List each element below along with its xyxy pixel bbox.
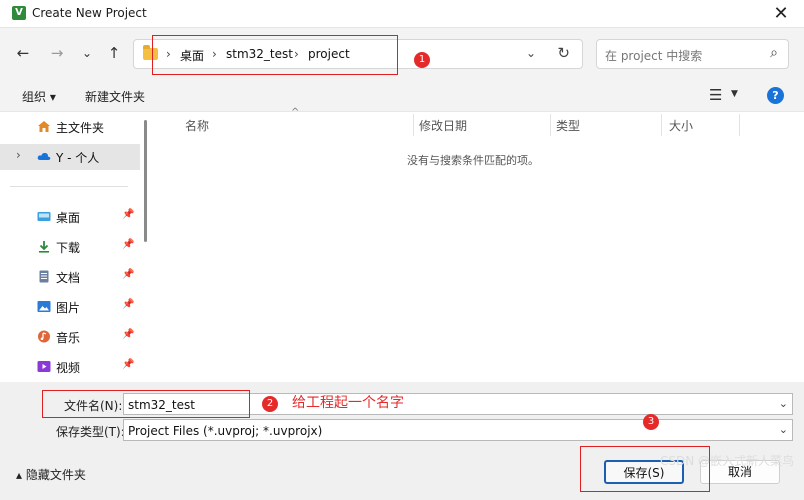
navigation-bar: ← → ⌄ ↑ › 桌面 › stm32_test › project ⌄ ↻ … bbox=[0, 28, 804, 80]
sidebar-divider bbox=[10, 186, 128, 187]
sidebar-item-label: 图片 bbox=[56, 301, 81, 315]
sidebar-item-label: 主文件夹 bbox=[56, 121, 105, 135]
search-input[interactable]: 在 project 中搜索 ⌕ bbox=[596, 39, 789, 69]
title-bar: V Create New Project ✕ bbox=[0, 0, 804, 28]
column-divider[interactable] bbox=[739, 114, 740, 136]
sidebar-item-desktop[interactable]: 桌面 📌 bbox=[0, 204, 140, 230]
column-header-modified[interactable]: 修改日期 bbox=[419, 117, 467, 134]
view-options-dropdown-icon[interactable]: ▼ bbox=[731, 89, 738, 99]
column-divider[interactable] bbox=[550, 114, 551, 136]
sidebar-item-videos[interactable]: 视频 📌 bbox=[0, 354, 140, 380]
sidebar-item-onedrive[interactable]: › Y - 个人 bbox=[0, 144, 140, 170]
watermark: CSDN @嵌入式新人菜鸟 bbox=[660, 454, 795, 468]
column-header-size[interactable]: 大小 bbox=[669, 117, 693, 134]
filetype-value: Project Files (*.uvproj; *.uvprojx) bbox=[128, 424, 323, 438]
organize-menu-button[interactable]: 组织 ▾ bbox=[22, 88, 56, 105]
empty-results-message: 没有与搜索条件匹配的项。 bbox=[407, 154, 539, 167]
sidebar-item-music[interactable]: 音乐 📌 bbox=[0, 324, 140, 350]
refresh-icon[interactable]: ↻ bbox=[557, 44, 570, 62]
forward-arrow-icon[interactable]: → bbox=[46, 42, 68, 64]
column-header-name[interactable]: 名称 bbox=[185, 117, 209, 134]
new-folder-button[interactable]: 新建文件夹 bbox=[85, 88, 145, 105]
app-icon: V bbox=[12, 6, 26, 20]
sidebar-item-pictures[interactable]: 图片 📌 bbox=[0, 294, 140, 320]
document-icon bbox=[39, 270, 49, 283]
hide-folders-toggle[interactable]: ▴ 隐藏文件夹 bbox=[16, 466, 86, 483]
music-icon bbox=[38, 330, 50, 343]
sidebar-scrollbar[interactable] bbox=[144, 120, 147, 242]
pin-icon[interactable]: 📌 bbox=[122, 239, 134, 250]
pin-icon[interactable]: 📌 bbox=[122, 209, 134, 220]
sidebar-item-documents[interactable]: 文档 📌 bbox=[0, 264, 140, 290]
home-icon bbox=[38, 121, 50, 132]
search-icon[interactable]: ⌕ bbox=[770, 45, 778, 61]
sidebar-item-label: 音乐 bbox=[56, 331, 81, 345]
pin-icon[interactable]: 📌 bbox=[122, 329, 134, 340]
pin-icon[interactable]: 📌 bbox=[122, 269, 134, 280]
command-toolbar: 组织 ▾ 新建文件夹 ☰ ▼ ? bbox=[0, 80, 804, 112]
sidebar-item-label: 文档 bbox=[56, 271, 81, 285]
sort-ascending-icon: ^ bbox=[291, 107, 300, 118]
picture-icon bbox=[37, 301, 51, 312]
filetype-select[interactable]: Project Files (*.uvproj; *.uvprojx) ⌄ bbox=[123, 419, 793, 441]
column-divider[interactable] bbox=[413, 114, 414, 136]
filetype-dropdown-icon[interactable]: ⌄ bbox=[779, 423, 788, 436]
cloud-icon bbox=[37, 152, 51, 160]
sidebar-item-home[interactable]: 主文件夹 bbox=[0, 114, 140, 140]
column-header-type[interactable]: 类型 bbox=[556, 117, 580, 134]
filetype-label: 保存类型(T): bbox=[56, 425, 125, 439]
navigation-pane: 主文件夹 › Y - 个人 桌面 📌 下载 📌 文档 📌 图片 📌 音乐 📌 视… bbox=[0, 112, 150, 382]
annotation-badge-2: 2 bbox=[262, 396, 278, 412]
close-icon[interactable]: ✕ bbox=[766, 3, 796, 25]
filename-dropdown-icon[interactable]: ⌄ bbox=[779, 397, 788, 410]
help-icon[interactable]: ? bbox=[767, 87, 784, 104]
search-placeholder: 在 project 中搜索 bbox=[605, 49, 703, 63]
view-options-icon[interactable]: ☰ bbox=[709, 86, 722, 104]
expand-chevron-icon[interactable]: › bbox=[16, 148, 21, 162]
pin-icon[interactable]: 📌 bbox=[122, 359, 134, 370]
video-icon bbox=[37, 361, 51, 372]
sidebar-item-downloads[interactable]: 下载 📌 bbox=[0, 234, 140, 260]
back-arrow-icon[interactable]: ← bbox=[12, 42, 34, 64]
annotation-note: 给工程起一个名字 bbox=[292, 395, 404, 411]
sidebar-item-label: 视频 bbox=[56, 361, 81, 375]
annotation-badge-3: 3 bbox=[643, 414, 659, 430]
recent-locations-chevron-icon[interactable]: ⌄ bbox=[76, 42, 98, 64]
sidebar-item-label: 桌面 bbox=[56, 211, 81, 225]
window-title: Create New Project bbox=[32, 6, 147, 20]
sidebar-item-label: 下载 bbox=[56, 241, 81, 255]
annotation-box-address bbox=[152, 35, 398, 75]
annotation-badge-1: 1 bbox=[414, 52, 430, 68]
up-arrow-icon[interactable]: ↑ bbox=[103, 42, 125, 64]
address-dropdown-chevron-icon[interactable]: ⌄ bbox=[526, 46, 536, 60]
pin-icon[interactable]: 📌 bbox=[122, 299, 134, 310]
download-icon bbox=[39, 241, 49, 253]
sidebar-item-label: Y - 个人 bbox=[56, 151, 100, 165]
annotation-box-filename bbox=[42, 390, 250, 418]
file-list: 名称 ^ 修改日期 类型 大小 没有与搜索条件匹配的项。 bbox=[151, 107, 804, 382]
column-divider[interactable] bbox=[661, 114, 662, 136]
desktop-icon bbox=[37, 212, 51, 221]
